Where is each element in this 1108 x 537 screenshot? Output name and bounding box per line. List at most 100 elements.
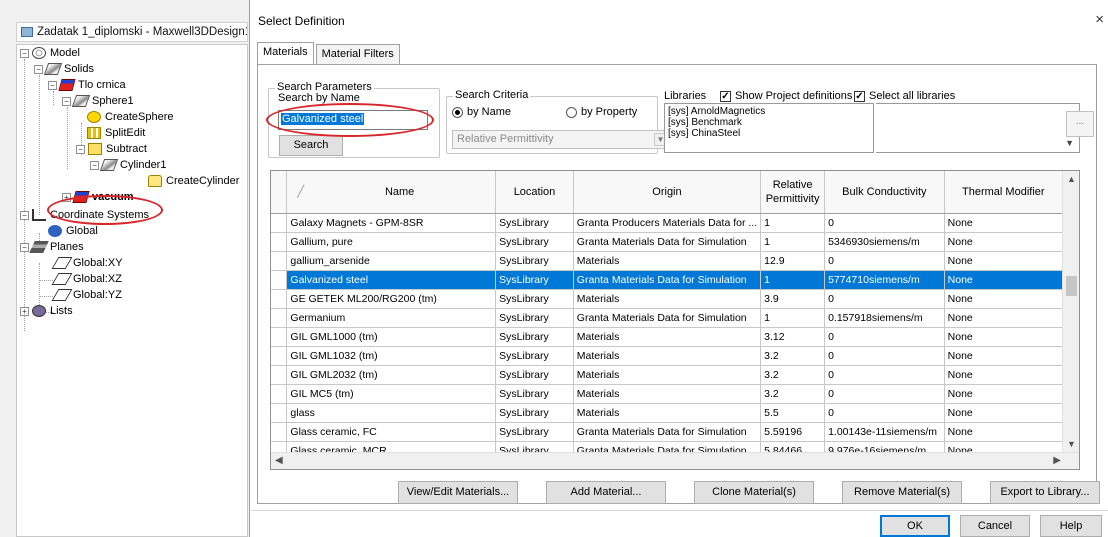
vertical-scrollbar[interactable]: ▲ ▼ xyxy=(1062,171,1079,454)
name-cell[interactable]: Galaxy Magnets - GPM-8SR xyxy=(286,213,497,233)
bulk-conductivity-cell[interactable]: 0 xyxy=(824,403,945,423)
table-row[interactable]: gallium_arsenide SysLibrary Materials 12.9 0… xyxy=(271,251,1079,271)
column-header-thermal-modifier[interactable]: Thermal Modifier xyxy=(944,171,1063,214)
location-cell[interactable]: SysLibrary xyxy=(495,346,574,366)
tree-node-plane-xy[interactable]: Global:XY xyxy=(51,255,123,271)
collapse-icon[interactable]: − xyxy=(20,48,29,58)
thermal-modifier-cell[interactable]: None xyxy=(944,346,1063,366)
row-header[interactable] xyxy=(271,346,288,366)
name-cell[interactable]: GE GETEK ML200/RG200 (tm) xyxy=(286,289,497,309)
bulk-conductivity-cell[interactable]: 0 xyxy=(824,346,945,366)
row-header[interactable] xyxy=(271,232,288,252)
relative-permittivity-cell[interactable]: 1 xyxy=(760,308,826,328)
thermal-modifier-cell[interactable]: None xyxy=(944,289,1063,309)
tab-materials[interactable]: Materials xyxy=(257,42,314,64)
location-cell[interactable]: SysLibrary xyxy=(495,327,574,347)
table-row[interactable]: Galaxy Magnets - GPM-8SR SysLibrary Granta… xyxy=(271,213,1079,233)
origin-cell[interactable]: Materials xyxy=(573,251,762,271)
view-edit-materials-button[interactable]: View/Edit Materials... xyxy=(398,481,518,504)
row-header[interactable] xyxy=(271,403,288,423)
thermal-modifier-cell[interactable]: None xyxy=(944,213,1063,233)
libraries-more-button[interactable]: ... xyxy=(1066,111,1094,137)
origin-cell[interactable]: Materials xyxy=(573,346,762,366)
table-row[interactable]: GIL GML1000 (tm) SysLibrary Materials 3.12 0… xyxy=(271,327,1079,347)
tree-node-lists[interactable]: + Lists xyxy=(20,303,73,319)
tree-node-model[interactable]: − Model xyxy=(20,45,80,61)
relative-permittivity-cell[interactable]: 1 xyxy=(760,270,826,290)
origin-cell[interactable]: Materials xyxy=(573,384,762,404)
relative-permittivity-cell[interactable]: 3.12 xyxy=(760,327,826,347)
cancel-button[interactable]: Cancel xyxy=(960,515,1030,537)
scroll-left-icon[interactable]: ◀ xyxy=(275,455,283,466)
row-header[interactable] xyxy=(271,308,288,328)
tree-node-cylinder1[interactable]: − Cylinder1 xyxy=(90,157,166,173)
tree-node-sphere1[interactable]: − Sphere1 xyxy=(62,93,134,109)
origin-cell[interactable]: Materials xyxy=(573,365,762,385)
library-item[interactable]: [sys] ChinaSteel xyxy=(668,128,870,139)
relative-permittivity-cell[interactable]: 1 xyxy=(760,213,826,233)
tab-material-filters[interactable]: Material Filters xyxy=(315,44,400,64)
collapse-icon[interactable]: − xyxy=(48,80,57,90)
collapse-icon[interactable]: − xyxy=(76,144,85,154)
project-window-title[interactable]: Zadatak 1_diplomski - Maxwell3DDesign1 xyxy=(16,22,248,42)
bulk-conductivity-cell[interactable]: 0 xyxy=(824,213,945,233)
location-cell[interactable]: SysLibrary xyxy=(495,308,574,328)
origin-cell[interactable]: Granta Materials Data for Simulation xyxy=(573,232,762,252)
origin-cell[interactable]: Granta Materials Data for Simulation xyxy=(573,270,762,290)
name-cell[interactable]: Gallium, pure xyxy=(286,232,497,252)
tree-node-global-cs[interactable]: Global xyxy=(48,223,98,239)
search-button[interactable]: Search xyxy=(279,135,343,156)
name-cell[interactable]: gallium_arsenide xyxy=(286,251,497,271)
relative-permittivity-cell[interactable]: 3.2 xyxy=(760,365,826,385)
library-item[interactable]: [sys] Benchmark xyxy=(668,117,870,128)
show-project-definitions-checkbox[interactable]: ✓ Show Project definitions xyxy=(720,90,852,102)
bulk-conductivity-cell[interactable]: 5346930siemens/m xyxy=(824,232,945,252)
export-to-library-button[interactable]: Export to Library... xyxy=(990,481,1100,504)
tree-node-subtract[interactable]: − Subtract xyxy=(76,141,147,157)
tree-node-createsphere[interactable]: CreateSphere xyxy=(87,109,174,125)
origin-cell[interactable]: Materials xyxy=(573,403,762,423)
origin-cell[interactable]: Granta Materials Data for Simulation xyxy=(573,308,762,328)
tree-node-plane-xz[interactable]: Global:XZ xyxy=(51,271,122,287)
thermal-modifier-cell[interactable]: None xyxy=(944,422,1063,442)
row-header[interactable] xyxy=(271,422,288,442)
column-header-location[interactable]: Location xyxy=(495,171,574,214)
row-header[interactable] xyxy=(271,251,288,271)
relative-permittivity-cell[interactable]: 1 xyxy=(760,232,826,252)
bulk-conductivity-cell[interactable]: 0 xyxy=(824,327,945,347)
thermal-modifier-cell[interactable]: None xyxy=(944,365,1063,385)
bulk-conductivity-cell[interactable]: 0.157918siemens/m xyxy=(824,308,945,328)
location-cell[interactable]: SysLibrary xyxy=(495,270,574,290)
add-material-button[interactable]: Add Material... xyxy=(546,481,666,504)
bulk-conductivity-cell[interactable]: 0 xyxy=(824,365,945,385)
location-cell[interactable]: SysLibrary xyxy=(495,384,574,404)
name-cell[interactable]: GIL GML1000 (tm) xyxy=(286,327,497,347)
column-header-origin[interactable]: Origin xyxy=(573,171,762,214)
origin-cell[interactable]: Granta Producers Materials Data for ... xyxy=(573,213,762,233)
origin-cell[interactable]: Materials xyxy=(573,289,762,309)
thermal-modifier-cell[interactable]: None xyxy=(944,251,1063,271)
scroll-down-icon[interactable]: ▼ xyxy=(1065,138,1074,148)
relative-permittivity-cell[interactable]: 3.2 xyxy=(760,384,826,404)
by-property-radio[interactable]: by Property xyxy=(566,106,637,118)
collapse-icon[interactable]: − xyxy=(20,242,29,252)
relative-permittivity-cell[interactable]: 3.9 xyxy=(760,289,826,309)
table-row[interactable]: Galvanized steel SysLibrary Granta Materia… xyxy=(271,270,1079,290)
close-icon[interactable]: × xyxy=(1095,11,1104,28)
relative-permittivity-cell[interactable]: 12.9 xyxy=(760,251,826,271)
name-cell[interactable]: Glass ceramic, FC xyxy=(286,422,497,442)
tree-node-planes[interactable]: − Planes xyxy=(20,239,84,255)
tree-node-tlo-crnica[interactable]: − Tlo crnica xyxy=(48,77,126,93)
collapse-icon[interactable]: − xyxy=(20,210,29,220)
bulk-conductivity-cell[interactable]: 0 xyxy=(824,384,945,404)
library-item[interactable]: [sys] ArnoldMagnetics xyxy=(668,106,870,117)
expand-icon[interactable]: + xyxy=(20,306,29,316)
scrollbar-thumb[interactable] xyxy=(1066,276,1077,296)
ok-button[interactable]: OK xyxy=(880,515,950,537)
column-header-bulk-conductivity[interactable]: Bulk Conductivity xyxy=(824,171,945,214)
row-header[interactable] xyxy=(271,270,288,290)
help-button[interactable]: Help xyxy=(1040,515,1102,537)
name-cell[interactable]: GIL GML2032 (tm) xyxy=(286,365,497,385)
row-header[interactable] xyxy=(271,213,288,233)
thermal-modifier-cell[interactable]: None xyxy=(944,308,1063,328)
